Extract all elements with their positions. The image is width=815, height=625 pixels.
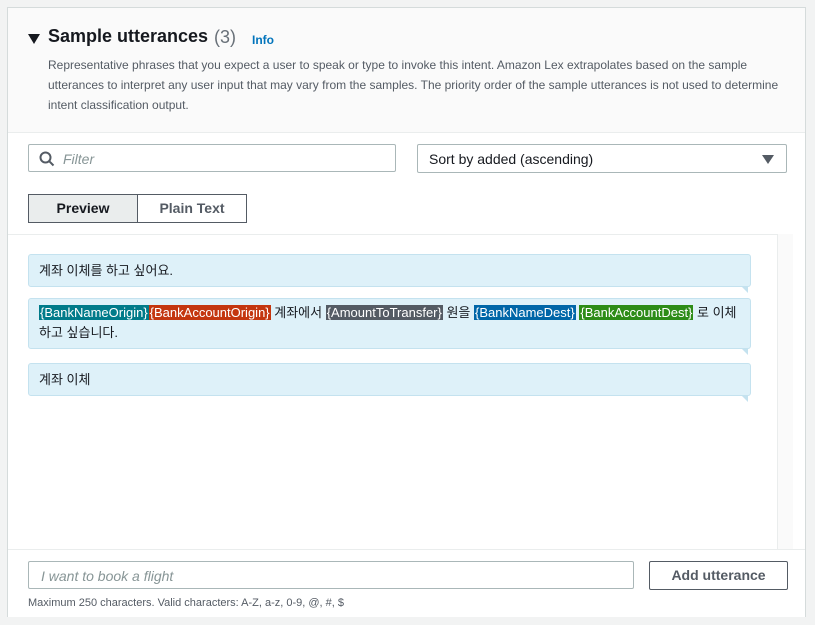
sample-utterances-panel: Sample utterances (3) Info Representativ… [7,7,806,617]
search-icon [39,151,55,167]
add-utterance-footer: Add utterance Maximum 250 characters. Va… [8,549,805,617]
slot-tag: {BankNameOrigin} [39,305,149,320]
section-header: Sample utterances (3) Info Representativ… [8,8,805,133]
sort-selected-value: Sort by added (ascending) [429,151,594,167]
info-link[interactable]: Info [252,33,274,47]
preview-toggle-button[interactable]: Preview [28,194,138,223]
slot-tag: {AmountToTransfer} [325,305,443,320]
utterance-text: 계좌에서 [270,305,326,320]
slot-tag: {BankAccountDest} [579,305,694,320]
utterance-text: 계좌 이체 [39,372,91,387]
utterance-item[interactable]: {BankNameOrigin} {BankAccountOrigin} 계좌에서… [28,298,751,355]
character-hint: Maximum 250 characters. Valid characters… [28,597,345,609]
add-utterance-button[interactable]: Add utterance [649,561,788,590]
utterance-text: 계좌 이체를 하고 싶어요. [39,263,174,278]
utterance-item[interactable]: 계좌 이체 [28,363,751,402]
utterance-list-scrollbar[interactable] [777,234,793,549]
section-description: Representative phrases that you expect a… [48,58,779,112]
filter-field[interactable] [28,144,396,173]
utterance-item[interactable]: 계좌 이체를 하고 싶어요. [28,254,751,293]
slot-tag: {BankNameDest} [474,305,576,320]
dropdown-caret-icon [762,155,774,164]
utterance-count: (3) [214,27,236,47]
sort-select[interactable]: Sort by added (ascending) [417,144,787,173]
section-title: Sample utterances [48,26,209,46]
slot-tag: {BankAccountOrigin} [148,305,271,320]
new-utterance-input[interactable] [39,562,623,590]
collapse-caret-icon[interactable] [28,34,40,44]
utterance-text: 원을 [442,305,475,320]
filter-input[interactable] [61,145,395,173]
plain-text-toggle-button[interactable]: Plain Text [137,194,247,223]
new-utterance-field[interactable] [28,561,634,590]
